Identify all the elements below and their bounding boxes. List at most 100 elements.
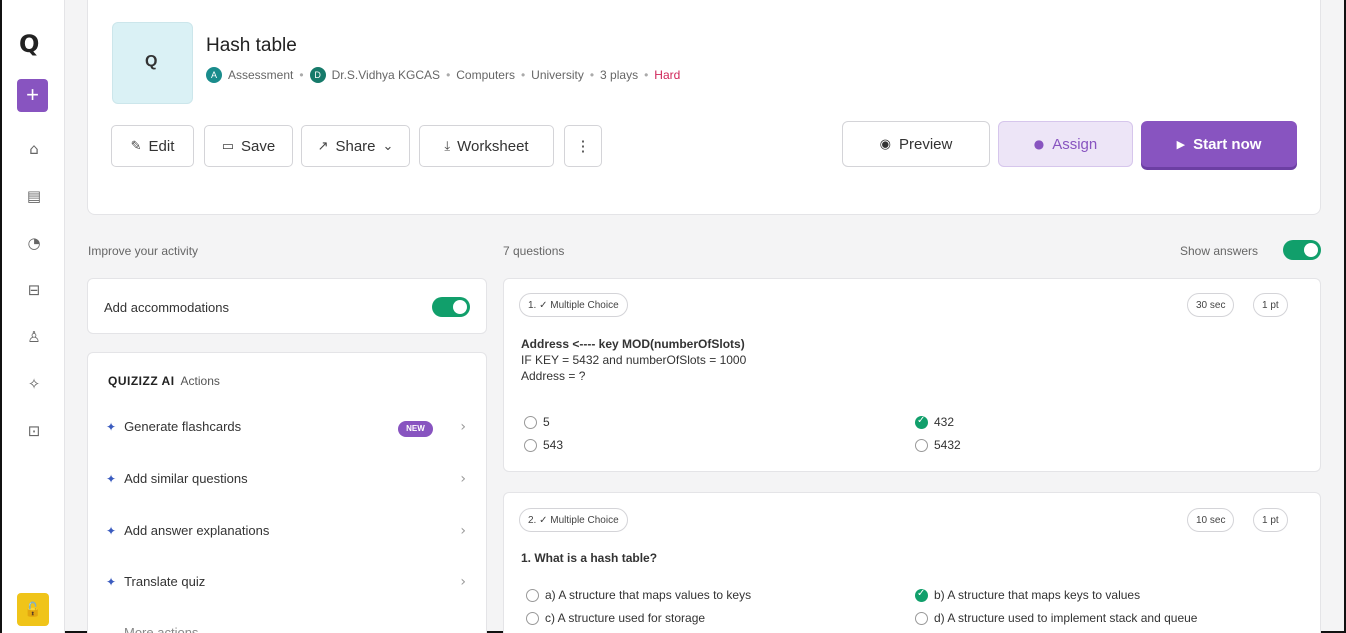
separator: • (644, 68, 649, 82)
more-icon: ⋮ (575, 138, 591, 155)
quiz-plays: 3 plays (600, 68, 639, 82)
home-icon[interactable]: ⌂ (24, 140, 44, 160)
chevron-right-icon[interactable]: › (460, 419, 466, 435)
reports-icon[interactable]: ◔ (24, 234, 44, 254)
answer-option-correct: b) A structure that maps keys to values (915, 588, 1140, 602)
library-icon[interactable]: ▤ (24, 187, 44, 207)
option-label: 543 (543, 438, 564, 452)
ai-actions-title: Actions (180, 374, 220, 388)
clock-icon: ● (1033, 137, 1045, 151)
check-circle-icon (915, 588, 928, 602)
difficulty-badge: Hard (654, 68, 681, 82)
edit-button[interactable]: ✎ Edit (111, 125, 194, 167)
option-label: c) A structure used for storage (545, 611, 706, 625)
show-answers-toggle[interactable] (1283, 240, 1321, 260)
ai-actions-card: QUIZIZZ AI Actions ✦ Generate flashcards… (87, 352, 487, 633)
eye-icon: ◉ (879, 136, 891, 152)
answer-option: d) A structure used to implement stack a… (915, 611, 1197, 625)
share-label: Share (335, 137, 376, 155)
question-type-pill: 2. ✓ Multiple Choice (519, 508, 628, 532)
separator: • (446, 68, 451, 82)
separator: • (589, 68, 595, 82)
radio-icon (526, 611, 539, 625)
sparkle-icon: ✦ (106, 419, 117, 434)
question-card[interactable]: 2. ✓ Multiple Choice 10 sec 1 pt 1. What… (503, 492, 1321, 633)
preview-label: Preview (898, 135, 953, 153)
radio-icon (526, 588, 539, 602)
quiz-meta: A Assessment • D Dr.S.Vidhya KGCAS • Com… (206, 67, 680, 83)
add-similar-questions-action[interactable]: ✦ Add similar questions (106, 471, 248, 486)
time-pill[interactable]: 10 sec (1187, 508, 1235, 532)
question-count: 7 questions (503, 244, 565, 258)
start-now-label: Start now (1193, 135, 1262, 153)
generate-flashcards-action[interactable]: ✦ Generate flashcards (106, 419, 241, 434)
more-actions-link[interactable]: More actions (124, 625, 198, 633)
option-label: b) A structure that maps keys to values (934, 588, 1141, 602)
action-label: Translate quiz (124, 574, 206, 589)
ai-icon[interactable]: ✧ (24, 375, 44, 395)
classes-icon[interactable]: ⊟ (24, 281, 44, 301)
more-options-button[interactable]: ⋮ (564, 125, 602, 167)
action-label: Generate flashcards (124, 419, 242, 434)
option-label: 5432 (934, 438, 961, 452)
quiz-header-card: Q Hash table A Assessment • D Dr.S.Vidhy… (87, 0, 1321, 215)
quiz-thumbnail-icon: Q (145, 53, 158, 70)
quiz-thumbnail: Q (112, 22, 193, 104)
assessment-icon: A (206, 67, 222, 83)
chevron-right-icon[interactable]: › (460, 574, 466, 590)
quizizz-logo[interactable]: Q (19, 30, 45, 58)
certificate-icon[interactable]: ♙ (24, 328, 44, 348)
chevron-down-icon: ⌄ (382, 138, 394, 154)
translate-quiz-action[interactable]: ✦ Translate quiz (106, 574, 205, 589)
create-button[interactable]: + (17, 79, 48, 112)
unlock-icon[interactable]: 🔓 (17, 593, 49, 626)
radio-icon (915, 611, 928, 625)
save-label: Save (241, 137, 276, 155)
sparkle-icon: ✦ (106, 523, 117, 538)
accommodations-toggle[interactable] (432, 297, 470, 317)
question-text: 1. What is a hash table? (521, 551, 658, 565)
worksheet-button[interactable]: ⤓ Worksheet (419, 125, 554, 167)
chevron-right-icon[interactable]: › (460, 523, 466, 539)
worksheet-label: Worksheet (457, 137, 529, 155)
add-answer-explanations-action[interactable]: ✦ Add answer explanations (106, 523, 269, 538)
check-circle-icon (915, 415, 928, 429)
answer-option: 5432 (915, 438, 961, 452)
assign-button[interactable]: ● Assign (998, 121, 1133, 167)
points-pill[interactable]: 1 pt (1253, 508, 1288, 532)
question-text: IF KEY = 5432 and numberOfSlots = 1000 (521, 353, 747, 367)
sparkle-icon: ✦ (106, 574, 117, 589)
edit-icon: ✎ (130, 138, 142, 154)
chevron-right-icon[interactable]: › (460, 471, 466, 487)
play-icon: ▶ (1176, 137, 1186, 151)
author-avatar: D (309, 67, 326, 83)
answer-option-correct: 432 (915, 415, 954, 429)
action-label: Add answer explanations (124, 523, 270, 538)
show-answers-label: Show answers (1180, 244, 1259, 258)
help-icon[interactable]: ⊡ (24, 422, 44, 442)
radio-icon (524, 438, 537, 452)
share-button[interactable]: ↗ Share ⌄ (301, 125, 410, 167)
share-icon: ↗ (317, 138, 329, 154)
option-label: 5 (543, 415, 550, 429)
preview-button[interactable]: ◉ Preview (842, 121, 990, 167)
quiz-title: Hash table (206, 35, 297, 56)
question-type-pill: 1. ✓ Multiple Choice (519, 293, 628, 317)
quiz-author[interactable]: Dr.S.Vidhya KGCAS (332, 68, 441, 82)
time-pill[interactable]: 30 sec (1187, 293, 1235, 317)
sparkle-icon: ✦ (106, 471, 117, 486)
quiz-type: Assessment (228, 68, 294, 82)
save-button[interactable]: ▭ Save (204, 125, 293, 167)
radio-icon (524, 415, 537, 429)
question-card[interactable]: 1. ✓ Multiple Choice 30 sec 1 pt Address… (503, 278, 1321, 472)
download-icon: ⤓ (444, 138, 451, 154)
quiz-level: University (531, 68, 584, 82)
answer-option: 5 (524, 415, 550, 429)
start-now-button[interactable]: ▶ Start now (1141, 121, 1297, 167)
quizizz-ai-logo: QUIZIZZ AI (108, 374, 175, 388)
separator: • (299, 68, 304, 82)
question-text: Address <---- key MOD(numberOfSlots) (521, 337, 745, 351)
accommodations-label: Add accommodations (104, 300, 230, 315)
points-pill[interactable]: 1 pt (1253, 293, 1288, 317)
separator: • (520, 68, 526, 82)
